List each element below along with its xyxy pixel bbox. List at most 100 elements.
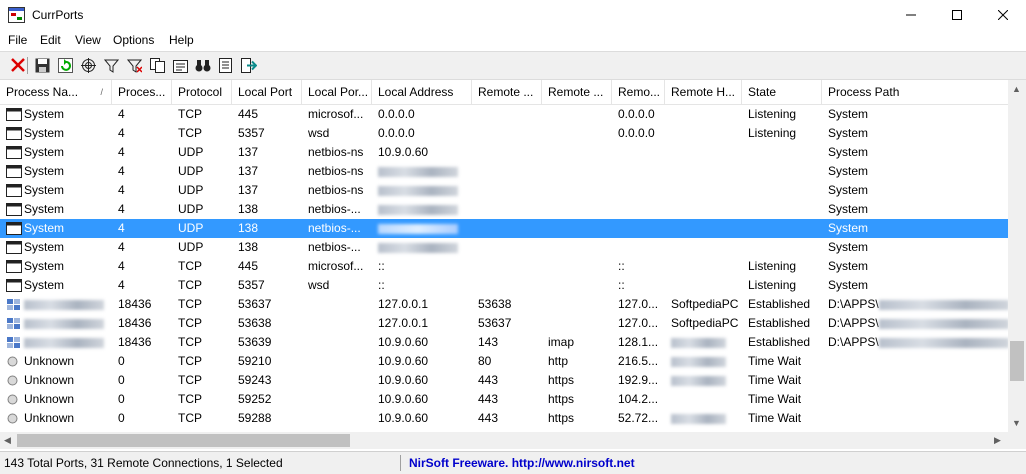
cell-remote-port <box>472 124 542 143</box>
table-row[interactable]: Unknown 0 TCP 59210 10.9.0.60 80 http 216.5... T… <box>0 352 1008 371</box>
menu-options[interactable]: Options <box>113 33 154 47</box>
col-remote-address[interactable]: Remo... <box>612 80 665 104</box>
cell-remote-address-text: 127.0... <box>618 316 659 330</box>
table-row[interactable]: 18436 TCP 53637 127.0.0.1 53638 127.0... Softp… <box>0 295 1008 314</box>
cell-local-port-name <box>302 409 372 428</box>
menu-help[interactable]: Help <box>169 33 194 47</box>
table-row[interactable]: System 4 UDP 137 netbios-ns 10.9.0.60 System <box>0 143 1008 162</box>
col-protocol[interactable]: Protocol <box>172 80 232 104</box>
scroll-up-icon[interactable]: ▲ <box>1012 84 1021 94</box>
cell-remote-host <box>665 238 742 257</box>
cell-remote-port-name <box>542 219 612 238</box>
table-row[interactable]: System 4 TCP 445 microsof... 0.0.0.0 0.0.0.0 Li… <box>0 105 1008 124</box>
cell-local-port: 53638 <box>232 314 302 333</box>
cell-remote-address <box>612 162 665 181</box>
col-remote-port-name[interactable]: Remote ... <box>542 80 612 104</box>
close-button[interactable] <box>980 0 1026 30</box>
maximize-button[interactable] <box>934 0 980 30</box>
redacted-text <box>878 318 1008 329</box>
table-row[interactable]: System 4 TCP 5357 wsd 0.0.0.0 0.0.0.0 Listening… <box>0 124 1008 143</box>
cell-remote-port-name <box>542 105 612 124</box>
window-icon <box>6 146 22 159</box>
menu-file[interactable]: File <box>8 33 27 47</box>
scroll-down-icon[interactable]: ▼ <box>1012 418 1021 428</box>
table-row[interactable]: Unknown 0 TCP 59243 10.9.0.60 443 https 192.9..… <box>0 371 1008 390</box>
cell-protocol: TCP <box>172 276 232 295</box>
table-row[interactable]: System 4 UDP 137 netbios-ns System <box>0 162 1008 181</box>
red-filter-button[interactable] <box>125 56 143 74</box>
properties-button[interactable] <box>171 56 189 74</box>
target-button[interactable] <box>79 56 97 74</box>
table-row[interactable]: 18436 TCP 53638 127.0.0.1 53637 127.0... Softp… <box>0 314 1008 333</box>
cell-remote-host: SoftpediaPC <box>665 314 742 333</box>
cell-state-text: Time Wait <box>748 392 802 406</box>
table-row[interactable]: Unknown 0 TCP 59288 10.9.0.60 443 https 52.72..… <box>0 409 1008 428</box>
cell-state-text: Established <box>748 316 811 330</box>
refresh-button[interactable] <box>56 56 74 74</box>
table-row[interactable]: System 4 UDP 137 netbios-ns System <box>0 181 1008 200</box>
minimize-button[interactable] <box>888 0 934 30</box>
table-row[interactable]: Unknown 0 TCP 59252 10.9.0.60 443 https 104.2..… <box>0 390 1008 409</box>
column-header-row: Process Na... / Proces... Protocol Local … <box>0 80 1008 105</box>
nirsoft-link[interactable]: NirSoft Freeware. http://www.nirsoft.net <box>409 456 635 470</box>
table-row[interactable]: System 4 TCP 5357 wsd:::: Listening System <box>0 276 1008 295</box>
cell-remote-address: 192.9... <box>612 371 665 390</box>
unknown-process-icon <box>7 356 18 367</box>
col-local-port[interactable]: Local Port <box>232 80 302 104</box>
cell-process-path: System <box>822 238 1008 257</box>
col-state[interactable]: State <box>742 80 822 104</box>
cell-process-id: 0 <box>112 352 172 371</box>
copy-button[interactable] <box>148 56 166 74</box>
cell-local-address-text: 127.0.0.1 <box>378 297 429 311</box>
cell-process-name: Unknown <box>0 352 112 371</box>
cell-remote-port <box>472 181 542 200</box>
cell-remote-host <box>665 105 742 124</box>
redacted-text <box>671 375 726 386</box>
cell-remote-port: 443 <box>472 409 542 428</box>
exit-button[interactable] <box>240 56 258 74</box>
scroll-right-icon[interactable]: ▶ <box>994 435 1001 446</box>
table-row[interactable]: System 4 TCP 445 microsof...:::: Listening Sys… <box>0 257 1008 276</box>
cell-process-name: System <box>0 105 112 124</box>
cell-protocol-text: UDP <box>178 183 204 197</box>
menu-view[interactable]: View <box>75 33 101 47</box>
horizontal-scroll-thumb[interactable] <box>17 434 350 447</box>
col-process-id[interactable]: Proces... <box>112 80 172 104</box>
vertical-scrollbar[interactable]: ▲ ▼ <box>1008 80 1026 432</box>
filter-button[interactable] <box>102 56 120 74</box>
cell-local-address-text: 10.9.0.60 <box>378 354 429 368</box>
table-row[interactable]: System 4 UDP 138 netbios-... System <box>0 219 1008 238</box>
delete-button[interactable] <box>9 56 27 74</box>
cell-remote-port-name <box>542 124 612 143</box>
html-report-button[interactable] <box>217 56 235 74</box>
horizontal-scrollbar[interactable]: ◀ ▶ <box>0 432 1008 449</box>
redacted-text <box>378 185 458 196</box>
cell-state: Listening <box>742 257 822 276</box>
ports-list[interactable]: Process Na... / Proces... Protocol Local … <box>0 80 1008 432</box>
cell-remote-host <box>665 124 742 143</box>
window-title: CurrPorts <box>32 8 84 22</box>
col-local-address[interactable]: Local Address <box>372 80 472 104</box>
cell-remote-address <box>612 219 665 238</box>
cell-process-id: 4 <box>112 257 172 276</box>
cell-local-port: 445 <box>232 105 302 124</box>
cell-local-port-name <box>302 333 372 352</box>
table-row[interactable]: System 4 UDP 138 netbios-... System <box>0 200 1008 219</box>
find-button[interactable] <box>194 56 212 74</box>
col-process-path[interactable]: Process Path <box>822 80 1008 104</box>
table-row[interactable]: System 4 UDP 138 netbios-... System <box>0 238 1008 257</box>
menu-edit[interactable]: Edit <box>40 33 61 47</box>
col-remote-host[interactable]: Remote H... <box>665 80 742 104</box>
cell-remote-address-text: :: <box>618 278 625 292</box>
col-process-name[interactable]: Process Na... / <box>0 80 112 104</box>
save-button[interactable] <box>33 56 51 74</box>
cell-remote-address <box>612 200 665 219</box>
col-remote-port[interactable]: Remote ... <box>472 80 542 104</box>
cell-local-port: 59252 <box>232 390 302 409</box>
cell-state <box>742 219 822 238</box>
scroll-left-icon[interactable]: ◀ <box>4 435 11 446</box>
table-row[interactable]: 18436 TCP 53639 10.9.0.60 143 imap 128.1... Est… <box>0 333 1008 352</box>
cell-local-address <box>372 238 472 257</box>
vertical-scroll-thumb[interactable] <box>1010 341 1024 381</box>
col-local-port-name[interactable]: Local Por... <box>302 80 372 104</box>
